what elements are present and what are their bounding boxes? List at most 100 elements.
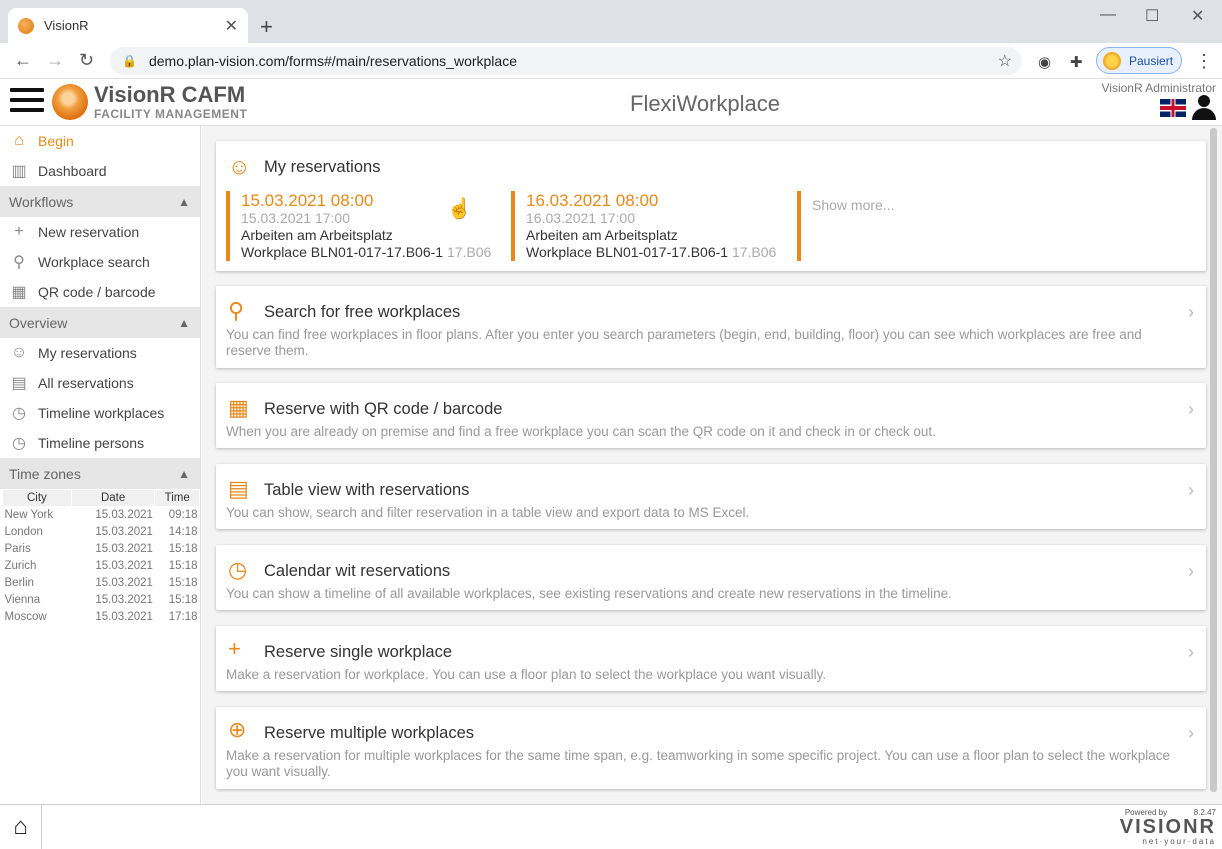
- app-title: FlexiWorkplace: [630, 91, 780, 116]
- chevron-up-icon: ▲: [178, 315, 190, 330]
- tz-city: Paris: [4, 543, 31, 555]
- sidebar-item-new-reservation[interactable]: + New reservation: [0, 217, 200, 247]
- back-icon[interactable]: ←: [14, 50, 32, 71]
- browser-tab[interactable]: VisionR ✕: [8, 8, 248, 43]
- card-description: Make a reservation for multiple workplac…: [226, 748, 1170, 779]
- vertical-scrollbar[interactable]: [1210, 128, 1217, 792]
- calendar-card[interactable]: ◷ Calendar wit reservations You can show…: [216, 545, 1206, 610]
- sidebar-item-my-reservations[interactable]: ☺ My reservations: [0, 338, 200, 368]
- qr-code-card[interactable]: ▦ Reserve with QR code / barcode When yo…: [216, 383, 1206, 448]
- hamburger-menu-icon[interactable]: [10, 88, 44, 114]
- tz-date: 15.03.2021: [95, 526, 153, 538]
- tz-city: Berlin: [4, 577, 34, 589]
- card-description: Make a reservation for workplace. You ca…: [226, 667, 827, 682]
- workplace-name: Workplace BLN01-017-17.B06-1: [526, 244, 729, 260]
- reserve-multiple-card[interactable]: ⊕ Reserve multiple workplaces Make a res…: [216, 707, 1206, 789]
- chevron-up-icon: ▲: [178, 466, 190, 481]
- chevron-right-icon: ›: [1188, 561, 1194, 581]
- tz-city: Zurich: [4, 560, 37, 572]
- my-reservations-card: ☺ My reservations 15.03.2021 08:00 15.03…: [216, 141, 1206, 271]
- forward-icon[interactable]: →: [46, 50, 64, 71]
- close-window-icon[interactable]: ✕: [1191, 6, 1204, 26]
- tz-time: 15:18: [168, 577, 198, 589]
- tz-date: 15.03.2021: [95, 611, 153, 623]
- current-user-name[interactable]: VisionR Administrator: [1102, 81, 1217, 95]
- profile-button[interactable]: Pausiert: [1096, 47, 1182, 74]
- new-tab-button[interactable]: +: [260, 14, 273, 40]
- table-row: Vienna 15.03.2021 15:18: [3, 592, 200, 609]
- url-text: demo.plan-vision.com/forms#/main/reserva…: [148, 53, 517, 69]
- address-bar[interactable]: 🔒 demo.plan-vision.com/forms#/main/reser…: [110, 47, 1022, 75]
- tz-date: 15.03.2021: [95, 543, 153, 555]
- close-tab-icon[interactable]: ✕: [225, 16, 238, 36]
- room-code: 17.B06: [446, 244, 492, 260]
- tz-time: 15:18: [168, 543, 198, 555]
- section-label: Workflows: [9, 193, 74, 210]
- sidebar-item-begin[interactable]: ⌂ Begin: [0, 126, 200, 156]
- card-title: Table view with reservations: [264, 481, 470, 499]
- reservation-end: 16.03.2021 17:00: [526, 210, 635, 226]
- footer: ⌂ Powered by 8.2.47 VISIONR net·your·dat…: [0, 804, 1222, 849]
- tz-time: 15:18: [168, 594, 198, 606]
- qr-icon: ▦: [228, 395, 249, 420]
- section-label: Time zones: [9, 465, 81, 482]
- section-overview[interactable]: Overview ▲: [0, 307, 200, 338]
- tz-date: 15.03.2021: [95, 594, 153, 606]
- brand: VisionR CAFM FACILITY MANAGEMENT: [94, 83, 247, 122]
- table-row: New York 15.03.2021 09:18: [3, 507, 200, 524]
- search-free-workplaces-card[interactable]: ⚲ Search for free workplaces You can fin…: [216, 286, 1206, 368]
- sidebar-item-timeline-workplaces[interactable]: ◷ Timeline workplaces: [0, 398, 200, 428]
- clock-icon: ◷: [228, 557, 248, 582]
- section-workflows[interactable]: Workflows ▲: [0, 186, 200, 217]
- bar-chart-icon: ▥: [11, 163, 27, 180]
- calendar-icon: ▤: [11, 375, 27, 392]
- workplace-name: Workplace BLN01-017-17.B06-1: [241, 244, 444, 260]
- person-icon: ☺: [10, 344, 28, 361]
- table-row: Paris 15.03.2021 15:18: [3, 541, 200, 558]
- tz-date: 15.03.2021: [95, 509, 153, 522]
- sidebar-item-qr-code[interactable]: ▦ QR code / barcode: [0, 277, 200, 307]
- reservation-workplace: Workplace BLN01-017-17.B06-1 17.B06: [241, 244, 491, 260]
- lock-icon: 🔒: [122, 54, 137, 68]
- show-more-link[interactable]: Show more...: [797, 191, 894, 261]
- sidebar-item-label: Timeline persons: [38, 435, 145, 451]
- minimize-icon[interactable]: —: [1100, 6, 1116, 24]
- extensions-puzzle-icon[interactable]: ✚: [1070, 53, 1083, 71]
- card-title: Search for free workplaces: [264, 303, 461, 321]
- column-header-city: City: [2, 489, 72, 507]
- clock-icon: ◷: [12, 435, 26, 452]
- reservation-item[interactable]: 16.03.2021 08:00 16.03.2021 17:00 Arbeit…: [511, 191, 776, 261]
- tz-date: 15.03.2021: [95, 560, 153, 572]
- plus-circle-icon: ⊕: [228, 717, 247, 742]
- card-title: Reserve single workplace: [264, 643, 453, 661]
- section-time-zones[interactable]: Time zones ▲: [0, 458, 200, 489]
- uk-flag-icon[interactable]: [1160, 99, 1186, 117]
- table-view-card[interactable]: ▤ Table view with reservations You can s…: [216, 464, 1206, 529]
- reload-icon[interactable]: ↻: [79, 50, 94, 71]
- home-button[interactable]: ⌂: [0, 805, 42, 849]
- profile-label: Pausiert: [1129, 53, 1174, 68]
- browser-menu-icon[interactable]: ⋮: [1195, 51, 1213, 72]
- mouse-cursor-icon: ☝: [447, 198, 472, 220]
- tz-date: 15.03.2021: [95, 577, 153, 589]
- sidebar-item-dashboard[interactable]: ▥ Dashboard: [0, 156, 200, 186]
- qr-icon: ▦: [11, 284, 27, 301]
- column-header-time: Time: [154, 489, 200, 507]
- sidebar-item-all-reservations[interactable]: ▤ All reservations: [0, 368, 200, 398]
- tz-time: 14:18: [168, 526, 198, 538]
- extension-circle-icon[interactable]: ◉: [1038, 53, 1051, 71]
- sidebar-item-workplace-search[interactable]: ⚲ Workplace search: [0, 247, 200, 277]
- visionr-wordmark: VISIONR: [1119, 816, 1216, 838]
- plus-icon: +: [228, 636, 241, 661]
- sidebar: ⌂ Begin ▥ Dashboard Workflows ▲ + New re…: [0, 126, 201, 804]
- bookmark-star-icon[interactable]: ☆: [998, 51, 1012, 71]
- maximize-icon[interactable]: ☐: [1145, 6, 1159, 26]
- chevron-right-icon: ›: [1188, 642, 1194, 662]
- reserve-single-card[interactable]: + Reserve single workplace Make a reserv…: [216, 626, 1206, 691]
- clock-icon: ◷: [12, 405, 26, 422]
- tz-city: Vienna: [4, 594, 41, 606]
- user-icon[interactable]: [1192, 95, 1216, 121]
- section-label: Overview: [9, 314, 68, 331]
- sidebar-item-timeline-persons[interactable]: ◷ Timeline persons: [0, 428, 200, 458]
- card-description: When you are already on premise and find…: [226, 424, 936, 439]
